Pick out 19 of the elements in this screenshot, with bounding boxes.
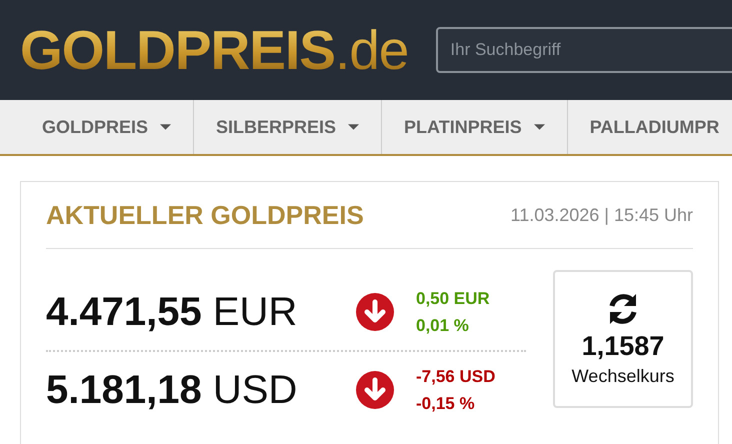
- exchange-rate-box[interactable]: 1,1587 Wechselkurs: [553, 270, 693, 408]
- card-title: AKTUELLER GOLDPREIS: [46, 200, 364, 230]
- change-percent: -0,15 %: [416, 393, 476, 415]
- nav-item[interactable]: GOLDPREIS: [0, 100, 194, 154]
- exchange-rate-label: Wechselkurs: [572, 366, 674, 387]
- price-value: 4.471,55 EUR: [46, 290, 298, 334]
- timestamp: 11.03.2026 | 15:45 Uhr: [510, 204, 693, 226]
- price-value: 5.181,18 USD: [46, 368, 298, 412]
- nav-item[interactable]: SILBERPREIS: [194, 100, 382, 154]
- caret-icon: [534, 124, 545, 130]
- nav-item[interactable]: PALLADIUMPR: [568, 100, 732, 154]
- change-percent: 0,01 %: [416, 315, 470, 337]
- caret-icon: [160, 124, 172, 130]
- nav-item[interactable]: PLATINPREIS: [382, 100, 568, 154]
- exchange-rate-value: 1,1587: [582, 331, 664, 362]
- caret-icon: [348, 124, 360, 130]
- change-amount: -7,56 USD: [416, 366, 496, 388]
- search-field[interactable]: Ihr Suchbegriff: [436, 27, 732, 73]
- change-amount: 0,50 EUR: [416, 288, 490, 310]
